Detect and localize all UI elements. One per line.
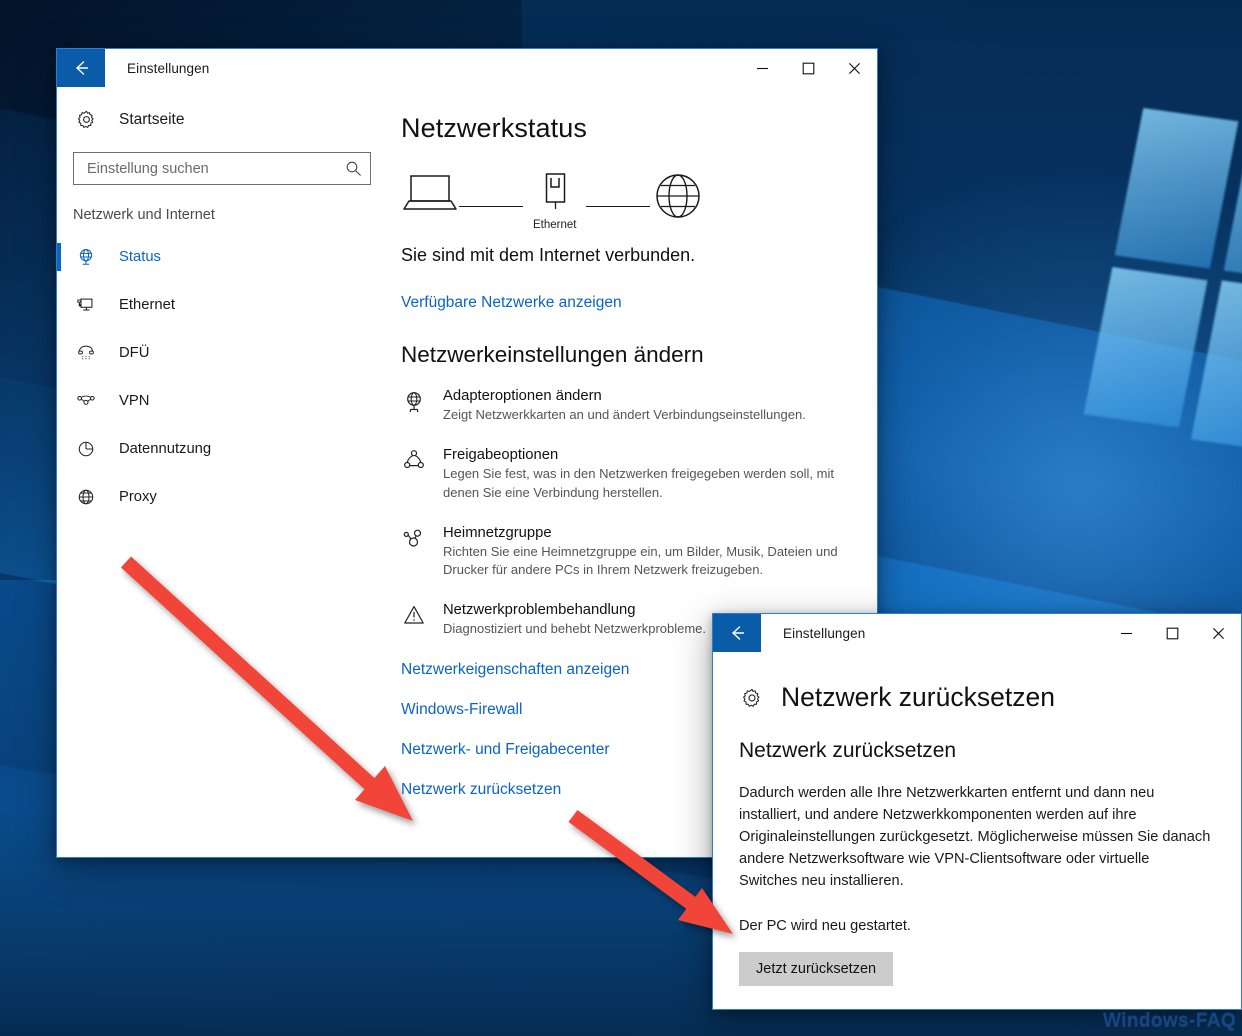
window1-title: Einstellungen: [127, 60, 210, 76]
network-reset-restart-note: Der PC wird neu gestartet.: [739, 918, 911, 935]
network-diagram-adapter-label: Ethernet: [533, 219, 577, 231]
sidebar-item-label: VPN: [119, 393, 150, 409]
option-heimnetzgruppe[interactable]: Heimnetzgruppe Richten Sie eine Heimnetz…: [401, 525, 849, 581]
sidebar-item-home[interactable]: Startseite: [57, 95, 387, 144]
option-adapteroptionen[interactable]: Adapteroptionen ändern Zeigt Netzwerkkar…: [401, 388, 849, 425]
window1-caption-buttons[interactable]: [739, 49, 877, 87]
settings-window-network-reset[interactable]: Einstellungen Netzwerk zurücksetzen Netz…: [712, 613, 1242, 1010]
sidebar-item-label: Ethernet: [119, 297, 175, 313]
globe-icon: [73, 487, 99, 507]
laptop-icon: [403, 175, 457, 210]
section-title-change-network-settings: Netzwerkeinstellungen ändern: [401, 342, 704, 367]
search-box[interactable]: [73, 152, 371, 185]
gear-icon: [739, 687, 765, 709]
minimize-button[interactable]: [1103, 614, 1149, 652]
sidebar-item-label: Proxy: [119, 489, 157, 505]
back-button[interactable]: [713, 614, 761, 652]
minimize-icon: [756, 67, 768, 69]
network-reset-description: Dadurch werden alle Ihre Netzwerkkarten …: [739, 785, 1211, 889]
network-diagram: Ethernet: [401, 170, 849, 231]
globe-network-icon: [73, 247, 99, 267]
page-title: Netzwerkstatus: [401, 113, 587, 143]
network-reset-header-title: Netzwerk zurücksetzen: [781, 682, 1055, 712]
option-description: Diagnostiziert und behebt Netzwerkproble…: [443, 621, 707, 637]
share-icon: [401, 447, 427, 503]
minimize-icon: [1120, 632, 1132, 634]
option-title: Heimnetzgruppe: [443, 524, 552, 541]
network-diagram-link: [586, 206, 651, 207]
network-reset-subtitle: Netzwerk zurücksetzen: [739, 739, 957, 762]
sidebar-item-dfu[interactable]: DFÜ: [57, 329, 387, 377]
sidebar-item-label: Datennutzung: [119, 441, 212, 457]
option-freigabeoptionen[interactable]: Freigabeoptionen Legen Sie fest, was in …: [401, 447, 849, 503]
search-icon[interactable]: [344, 160, 362, 177]
close-icon: [1212, 627, 1224, 639]
network-reset-header: Netzwerk zurücksetzen: [739, 682, 1211, 713]
close-icon: [848, 62, 860, 74]
sidebar-item-proxy[interactable]: Proxy: [57, 473, 387, 521]
option-title: Adapteroptionen ändern: [443, 388, 602, 404]
network-diagram-link: [459, 206, 523, 207]
gear-icon: [73, 109, 99, 130]
sidebar-item-ethernet[interactable]: Ethernet: [57, 281, 387, 329]
pie-chart-icon: [73, 439, 99, 459]
option-title: Netzwerkproblembehandlung: [443, 602, 636, 619]
sidebar-item-vpn[interactable]: VPN: [57, 377, 387, 425]
maximize-button[interactable]: [785, 49, 831, 87]
maximize-button[interactable]: [1149, 614, 1195, 652]
back-button[interactable]: [57, 49, 105, 87]
ethernet-port-icon: [545, 173, 565, 209]
window2-caption-buttons[interactable]: [1103, 614, 1241, 652]
back-arrow-icon: [76, 61, 89, 75]
homegroup-icon: [401, 525, 427, 581]
back-arrow-icon: [732, 626, 745, 640]
reset-now-button[interactable]: Jetzt zurücksetzen: [739, 952, 894, 987]
window2-titlebar[interactable]: Einstellungen: [713, 614, 1241, 652]
globe-icon: [656, 174, 701, 218]
show-available-networks-link[interactable]: Verfügbare Netzwerke anzeigen: [401, 294, 849, 312]
window1-titlebar[interactable]: Einstellungen: [57, 49, 877, 87]
network-diagram-internet: [650, 170, 706, 226]
maximize-icon: [802, 62, 814, 74]
settings-sidebar[interactable]: Startseite Netzwerk und Internet: [57, 87, 387, 857]
ethernet-icon: [73, 295, 99, 315]
option-description: Richten Sie eine Heimnetzgruppe ein, um …: [443, 543, 838, 578]
option-description: Zeigt Netzwerkkarten an und ändert Verbi…: [443, 407, 806, 422]
network-diagram-adapter: Ethernet: [533, 170, 576, 231]
close-button[interactable]: [1195, 614, 1241, 652]
dialup-icon: [73, 343, 99, 363]
sidebar-category-label: Netzwerk und Internet: [73, 207, 215, 223]
sidebar-item-datennutzung[interactable]: Datennutzung: [57, 425, 387, 473]
vpn-icon: [73, 391, 99, 411]
sidebar-item-status[interactable]: Status: [57, 233, 387, 281]
window2-title: Einstellungen: [783, 625, 866, 641]
option-description: Legen Sie fest, was in den Netzwerken fr…: [443, 465, 834, 500]
search-input[interactable]: [85, 159, 344, 178]
sidebar-nav-list[interactable]: Status Ethernet DFÜ VPN Datennutzung Pro…: [57, 233, 387, 521]
network-adapter-icon: [401, 388, 427, 425]
site-watermark: Windows-FAQ: [1103, 1010, 1236, 1031]
minimize-button[interactable]: [739, 49, 785, 87]
sidebar-home-label: Startseite: [119, 110, 185, 128]
sidebar-item-label: Status: [119, 249, 161, 265]
warning-triangle-icon: [401, 602, 427, 639]
connection-status-text: Sie sind mit dem Internet verbunden.: [401, 245, 696, 265]
option-title: Freigabeoptionen: [443, 446, 559, 463]
network-diagram-device: [401, 170, 459, 214]
close-button[interactable]: [831, 49, 877, 87]
sidebar-item-label: DFÜ: [119, 345, 150, 361]
maximize-icon: [1166, 627, 1178, 639]
